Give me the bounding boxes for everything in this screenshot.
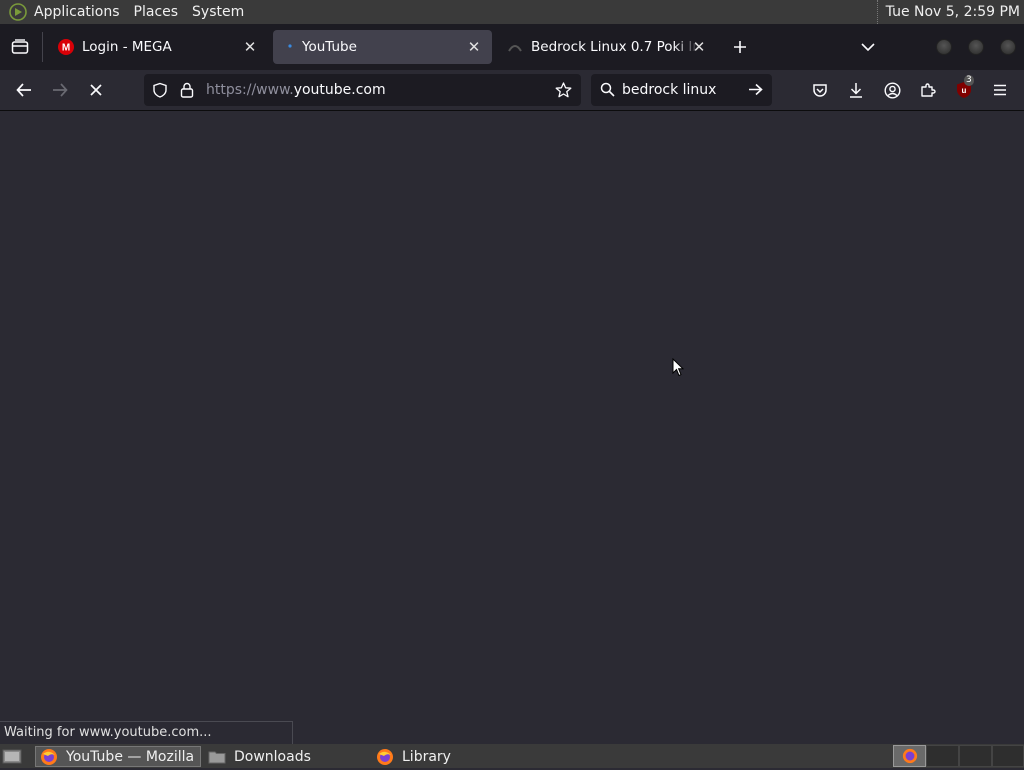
hamburger-menu-icon [994, 84, 1006, 96]
plus-icon [734, 41, 746, 53]
downloads-button[interactable] [842, 76, 870, 104]
status-panel: Waiting for www.youtube.com... [0, 721, 293, 744]
search-bar[interactable]: bedrock linux [591, 74, 772, 106]
firefox-view-icon [11, 39, 29, 54]
stop-loading-button[interactable] [82, 76, 110, 104]
show-desktop-icon[interactable] [2, 747, 22, 765]
search-input[interactable]: bedrock linux [622, 74, 716, 106]
ublock-badge: 3 [964, 75, 974, 86]
taskbar-item-downloads[interactable]: Downloads [204, 746, 370, 767]
back-button[interactable] [10, 76, 38, 104]
menu-applications[interactable]: Applications [27, 0, 127, 24]
account-icon [883, 81, 901, 99]
close-tab-icon[interactable]: ✕ [689, 37, 709, 57]
tab-title: Bedrock Linux 0.7 Poki Insta [531, 39, 699, 55]
url-bar[interactable]: https://www.youtube.com [144, 74, 581, 106]
arrow-left-icon [16, 83, 31, 97]
firefox-view-button[interactable] [6, 33, 34, 61]
mega-icon: M [58, 39, 74, 55]
new-tab-button[interactable] [726, 33, 754, 61]
lock-icon[interactable] [180, 82, 194, 102]
firefox-icon [376, 748, 394, 766]
extensions-button[interactable] [914, 76, 942, 104]
tab-bar: M Login - MEGA ✕ YouTube ✕ Bedrock Linux… [0, 24, 1024, 70]
menu-system[interactable]: System [185, 0, 251, 24]
list-all-tabs-button[interactable] [854, 33, 882, 61]
clock[interactable]: Tue Nov 5, 2:59 PM [876, 0, 1020, 24]
workspace-switcher[interactable] [893, 745, 1024, 767]
close-tab-icon[interactable]: ✕ [464, 37, 484, 57]
mouse-cursor-icon [672, 357, 685, 381]
stop-x-icon [90, 84, 102, 96]
workspace-1[interactable] [893, 745, 926, 767]
maximize-window-button[interactable] [968, 39, 984, 55]
taskbar-item-label: Library [402, 748, 451, 765]
svg-text:u: u [962, 86, 967, 95]
pocket-button[interactable] [806, 76, 834, 104]
url-prefix: https://www. [206, 82, 294, 98]
download-icon [850, 83, 862, 98]
account-button[interactable] [878, 76, 906, 104]
workspace-3[interactable] [959, 745, 992, 767]
bookmark-star-icon[interactable] [555, 82, 572, 102]
tab-title: Login - MEGA [82, 39, 172, 55]
menu-places[interactable]: Places [127, 0, 186, 24]
top-panel: Applications Places System Tue Nov 5, 2:… [0, 0, 1024, 24]
minimize-window-button[interactable] [936, 39, 952, 55]
close-window-button[interactable] [1000, 39, 1016, 55]
tracking-protection-shield-icon[interactable] [152, 82, 168, 102]
workspace-2[interactable] [926, 745, 959, 767]
url-domain: youtube.com [293, 82, 386, 98]
svg-text:M: M [62, 43, 70, 54]
folder-icon [208, 748, 226, 766]
puzzle-icon [921, 83, 936, 97]
ublock-origin-button[interactable]: u 3 [950, 75, 978, 104]
tab-bedrock[interactable]: Bedrock Linux 0.7 Poki Insta ✕ [497, 30, 715, 64]
forward-button[interactable] [46, 76, 74, 104]
bottom-taskbar: YouTube — Mozilla ... Downloads Library [0, 744, 1024, 768]
search-icon [600, 82, 615, 101]
bedrock-icon [507, 39, 523, 55]
pocket-icon [813, 83, 827, 97]
url-text[interactable]: https://www.youtube.com [206, 74, 386, 106]
page-content-area[interactable] [0, 111, 1024, 744]
search-go-arrow-icon[interactable] [748, 83, 763, 100]
tab-youtube[interactable]: YouTube ✕ [273, 30, 492, 64]
tab-title: YouTube [302, 39, 357, 55]
taskbar-item-label: YouTube — Mozilla ... [66, 748, 200, 765]
taskbar-item-library[interactable]: Library [372, 746, 538, 767]
firefox-icon [902, 748, 917, 764]
taskbar-item-label: Downloads [234, 748, 311, 765]
firefox-icon [40, 748, 58, 766]
arrow-right-icon [53, 83, 68, 97]
loading-dot-icon [283, 39, 293, 55]
navigation-toolbar: https://www.youtube.com bedrock linux u … [0, 70, 1024, 111]
workspace-4[interactable] [992, 745, 1024, 767]
chevron-down-icon [861, 43, 875, 52]
applications-logo-icon[interactable] [9, 3, 27, 21]
taskbar-item-youtube[interactable]: YouTube — Mozilla ... [35, 746, 201, 767]
close-tab-icon[interactable]: ✕ [240, 37, 260, 57]
tab-mega[interactable]: M Login - MEGA ✕ [48, 30, 268, 64]
app-menu-button[interactable] [986, 76, 1014, 104]
